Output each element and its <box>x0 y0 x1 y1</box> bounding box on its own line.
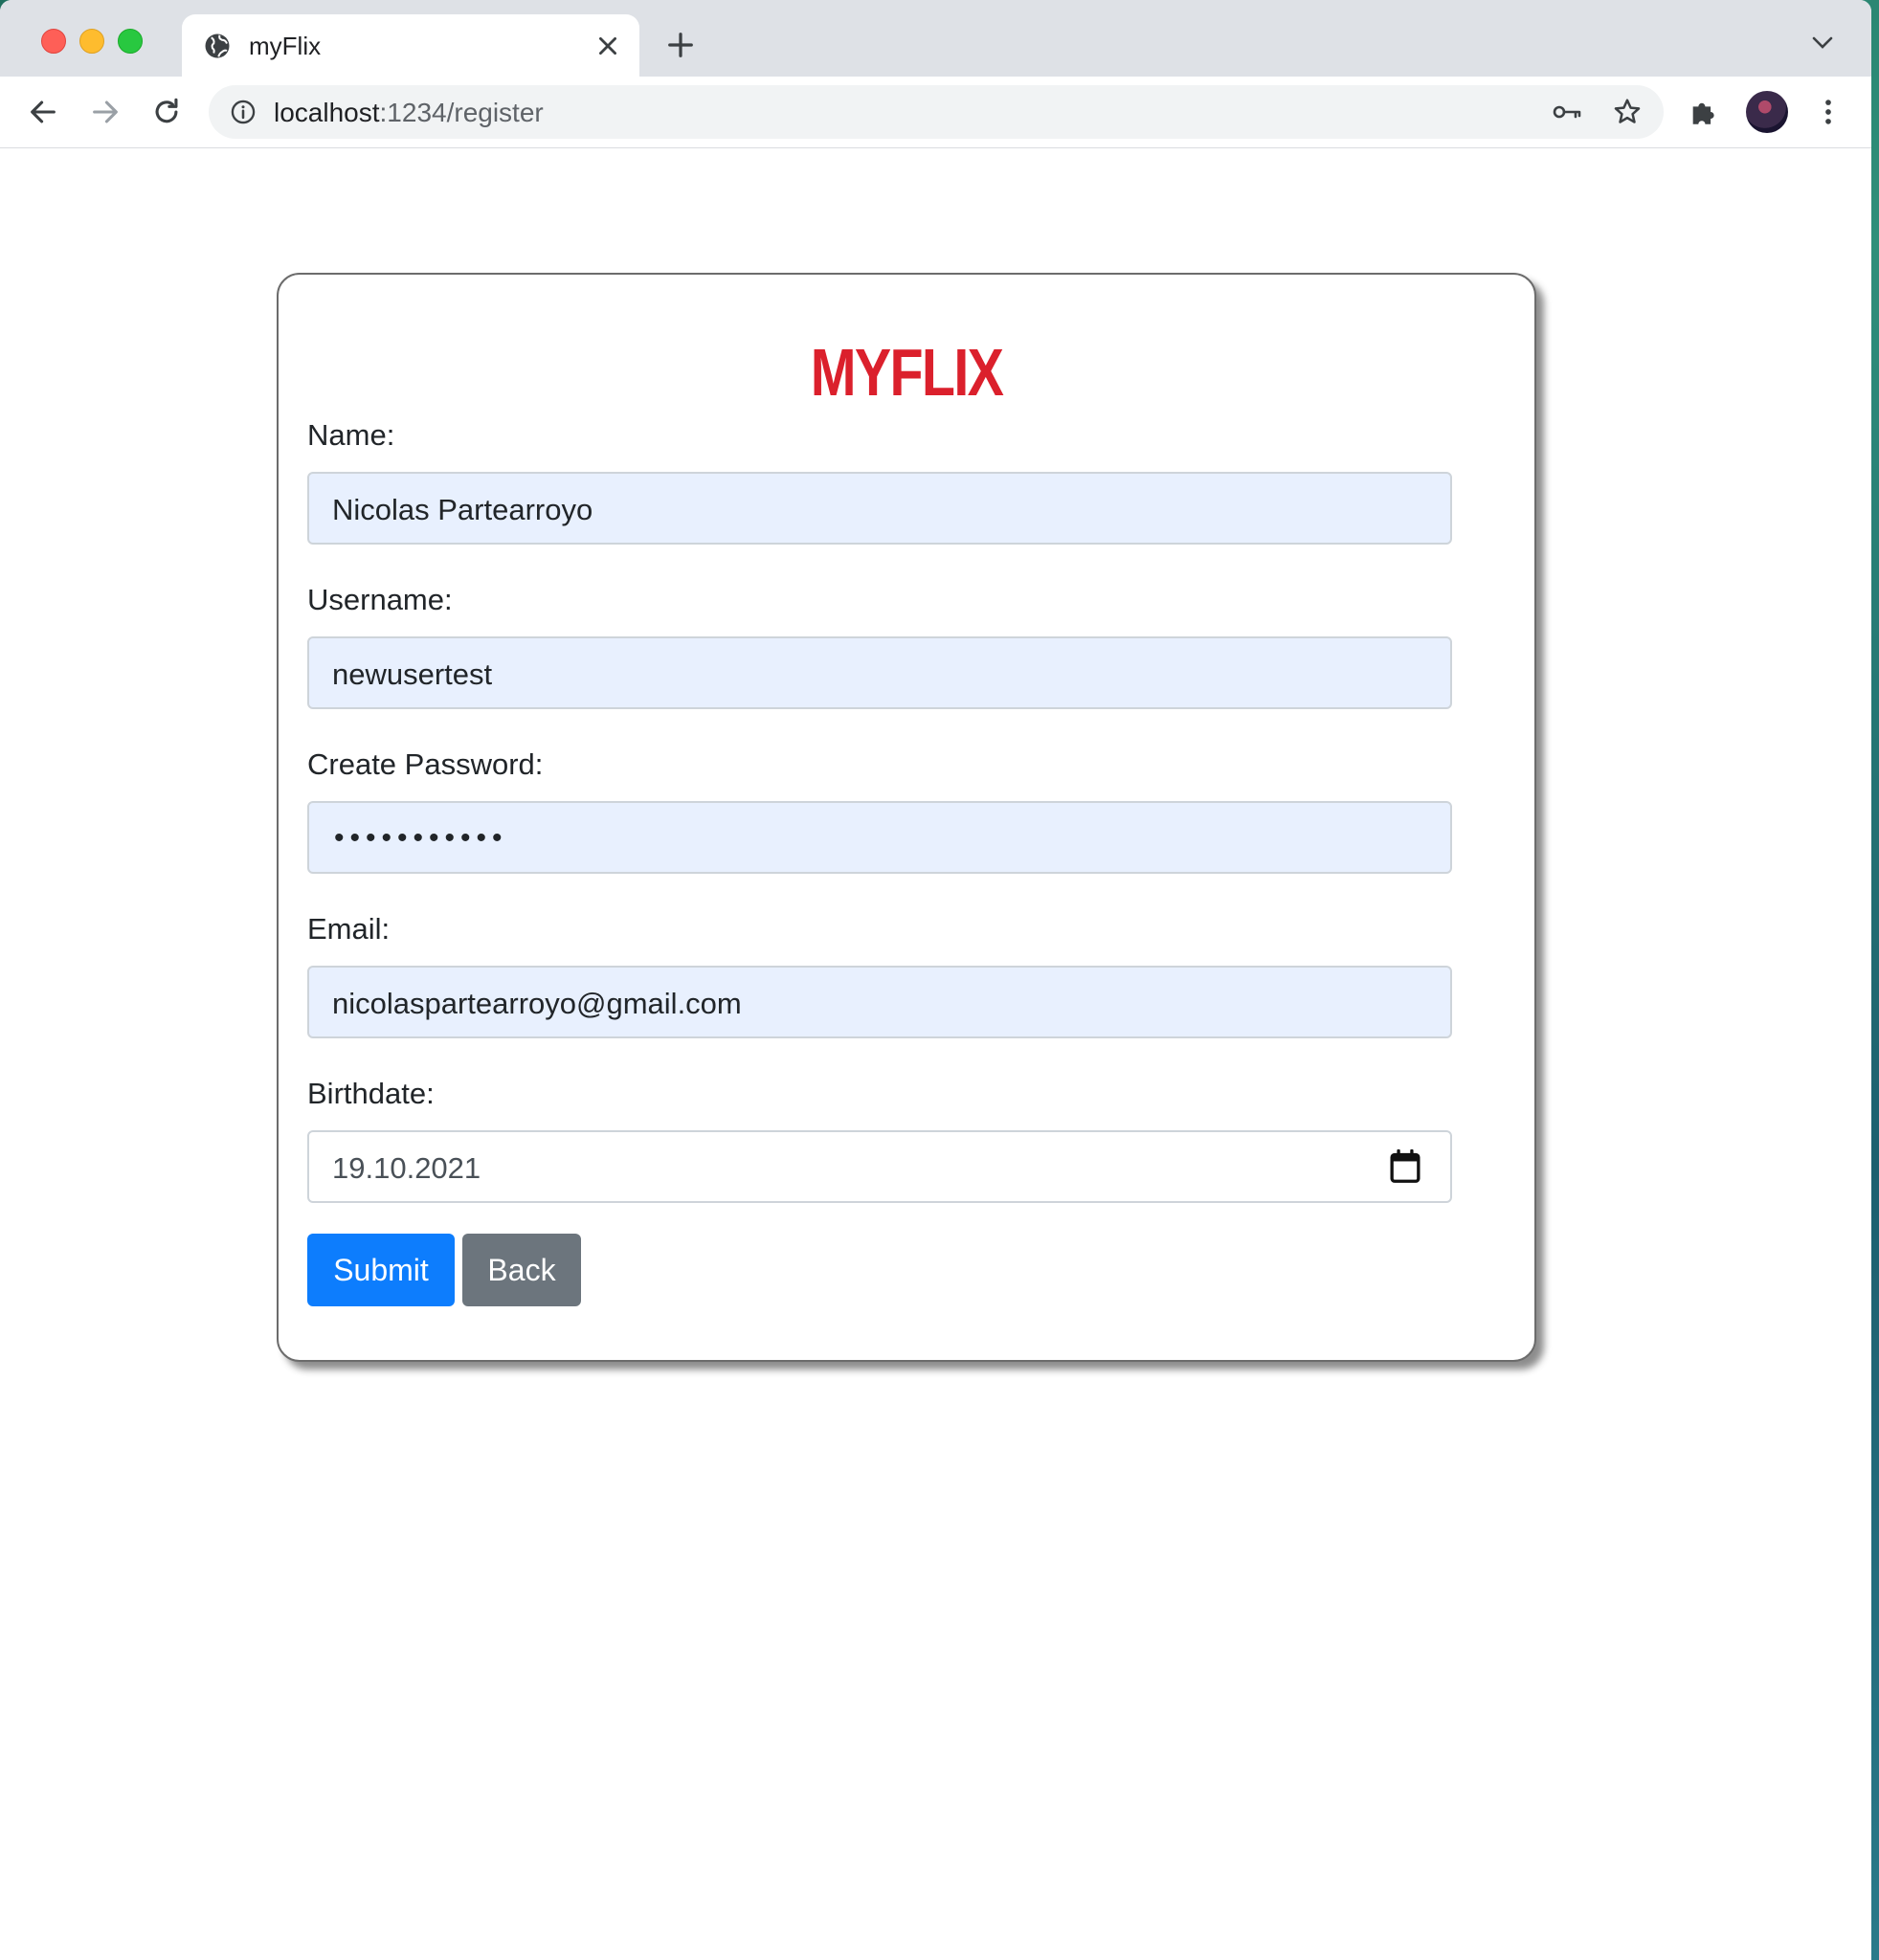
browser-window: myFlix localhost:1234/register MYFLIX Na… <box>0 0 1871 1960</box>
name-label: Name: <box>307 418 395 452</box>
registration-card: MYFLIX Name: Nicolas Partearroyo Usernam… <box>277 273 1536 1362</box>
reload-icon[interactable] <box>150 96 183 128</box>
username-input[interactable]: newusertest <box>307 636 1452 709</box>
close-icon[interactable] <box>595 33 620 58</box>
birthdate-value: 19.10.2021 <box>332 1151 481 1185</box>
puzzle-icon[interactable] <box>1688 96 1720 128</box>
back-button[interactable]: Back <box>462 1234 581 1306</box>
email-input[interactable]: nicolaspartearroyo@gmail.com <box>307 966 1452 1038</box>
url-text[interactable]: localhost:1234/register <box>274 98 544 128</box>
password-input[interactable]: ••••••••••• <box>307 801 1452 874</box>
submit-button[interactable]: Submit <box>307 1234 455 1306</box>
name-input[interactable]: Nicolas Partearroyo <box>307 472 1452 545</box>
plus-icon[interactable] <box>666 31 695 59</box>
name-value: Nicolas Partearroyo <box>332 493 593 526</box>
minimize-window-button[interactable] <box>79 29 104 54</box>
email-value: nicolaspartearroyo@gmail.com <box>332 987 742 1020</box>
maximize-window-button[interactable] <box>118 29 143 54</box>
avatar[interactable] <box>1746 91 1788 133</box>
address-bar[interactable]: localhost:1234/register <box>209 85 1664 139</box>
browser-toolbar: localhost:1234/register <box>0 77 1871 148</box>
birthdate-label: Birthdate: <box>307 1077 435 1110</box>
tab-myflix[interactable]: myFlix <box>182 14 639 77</box>
username-label: Username: <box>307 583 453 616</box>
close-window-button[interactable] <box>41 29 66 54</box>
calendar-icon[interactable] <box>1389 1149 1421 1184</box>
url-path: :1234/register <box>379 98 544 127</box>
forward-arrow-icon[interactable] <box>89 96 122 128</box>
birthdate-input[interactable]: 19.10.2021 <box>307 1130 1452 1203</box>
star-icon[interactable] <box>1612 97 1643 127</box>
back-arrow-icon[interactable] <box>27 96 59 128</box>
url-host: localhost <box>274 98 380 127</box>
tab-title: myFlix <box>249 32 322 60</box>
tab-strip: myFlix <box>0 0 1871 77</box>
info-icon[interactable] <box>230 99 257 125</box>
myflix-logo: MYFLIX <box>810 335 1004 410</box>
kebab-menu-icon[interactable] <box>1812 96 1845 128</box>
chevron-down-icon[interactable] <box>1812 36 1833 50</box>
globe-icon <box>205 33 230 58</box>
page-content: MYFLIX Name: Nicolas Partearroyo Usernam… <box>0 148 1871 1960</box>
username-value: newusertest <box>332 657 493 691</box>
password-mask: ••••••••••• <box>334 822 508 854</box>
email-label: Email: <box>307 912 391 946</box>
key-icon[interactable] <box>1553 99 1581 125</box>
password-label: Create Password: <box>307 747 544 781</box>
